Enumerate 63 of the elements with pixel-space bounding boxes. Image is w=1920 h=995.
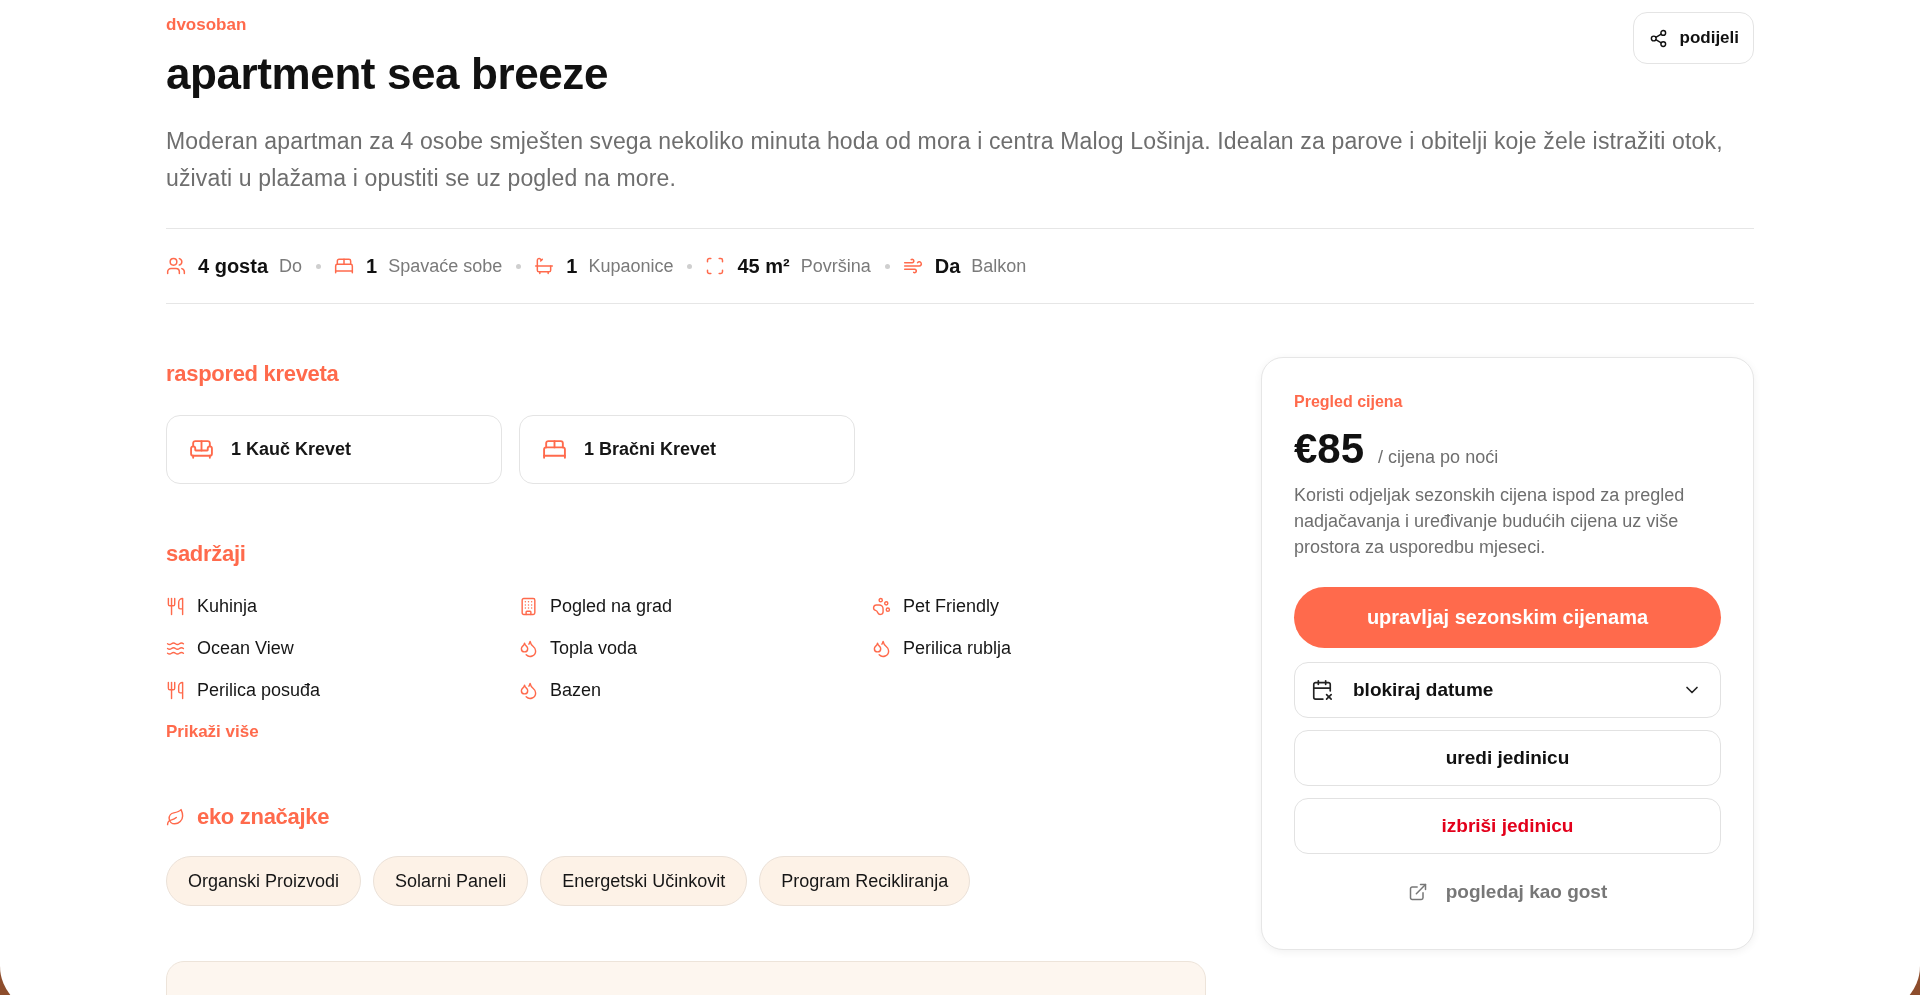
sofa-icon [189,437,214,462]
utensils-icon [166,680,185,700]
price-amount: €85 [1294,424,1365,474]
stat-label: Spavaće sobe [388,255,503,277]
droplets-icon [519,638,538,658]
section-heading: raspored kreveta [166,360,340,388]
stat-value: 45 m² [737,254,790,278]
category-label: dvosoban [166,15,248,35]
panel-heading: Pregled cijena [1294,392,1404,412]
section-heading: eko značajke [197,803,330,831]
bathtub-icon [534,256,555,276]
edit-unit-button[interactable]: uredi jedinicu [1294,730,1721,786]
bed-icon [542,437,567,462]
price-unit: / cijena po noći [1378,447,1499,468]
building-icon [519,596,538,616]
show-more-link[interactable]: Prikaži više [166,722,259,742]
amenity-label: Pet Friendly [903,595,1000,617]
separator-dot [316,263,322,269]
paw-print-icon [872,596,891,616]
price-note: Koristi odjeljak sezonskih cijena ispod za pregled nadjačavanja i uređivanje budućih cijena uz više prostora za usporedbu mjeseci. [1294,484,1686,559]
delete-unit-button[interactable]: izbriši jedinicu [1294,798,1721,854]
share-button[interactable]: podijeli [1632,12,1754,64]
bed-label: 1 Bračni Krevet [584,439,717,460]
manage-prices-button[interactable]: upravljaj sezonskim cijenama [1294,587,1721,648]
external-link-icon [1407,882,1428,902]
separator-dot [884,263,890,269]
stat-value: 1 [566,254,578,278]
stat-label: Površina [800,255,871,277]
bed-label: 1 Kauč Krevet [231,439,352,460]
eco-tag: Energetski Učinkovit [540,856,748,906]
eco-tag: Program Recikliranja [759,856,971,906]
stat-label: Balkon [971,255,1027,277]
section-heading: sadržaji [166,540,247,568]
amenity-label: Perilica rublja [903,637,1012,659]
droplets-icon [519,680,538,700]
amenity-label: Ocean View [197,637,294,659]
share-icon [1648,28,1668,48]
separator-dot [687,263,693,269]
calendar-x-icon [1311,679,1333,701]
leaf-icon [166,807,185,827]
utensils-icon [166,596,185,616]
eco-tag: Solarni Paneli [373,856,529,906]
stat-label: Kupaonice [588,255,674,277]
block-dates-dropdown[interactable]: blokiraj datume [1294,662,1721,718]
frame-corners-icon [705,256,726,276]
stat-value: 1 [366,254,378,278]
stat-value: 4 gosta [198,254,269,278]
stat-label: Do [279,255,303,277]
stat-value: Da [934,254,961,278]
amenity-label: Perilica posuđa [197,679,321,701]
listing-description: Moderan apartman za 4 osobe smješten svega nekoliko minuta hoda od mora i centra Malog Lošinja. Idealan za parove i obitelji koje žele istražiti otok, uživati u plažama i opustiti se uz pogled na more. [166,127,1724,193]
droplets-icon [872,638,891,658]
wind-icon [902,256,923,276]
amenity-label: Kuhinja [197,595,258,617]
people-icon [166,256,186,276]
listing-title: apartment sea breeze [166,48,608,100]
view-as-guest-link[interactable]: pogledaj kao gost [1407,880,1608,904]
amenity-label: Pogled na grad [550,595,673,617]
eco-tag: Organski Proizvodi [166,856,362,906]
amenity-label: Bazen [550,679,602,701]
amenity-label: Topla voda [550,637,638,659]
bed-icon [334,256,355,276]
separator-dot [516,263,522,269]
